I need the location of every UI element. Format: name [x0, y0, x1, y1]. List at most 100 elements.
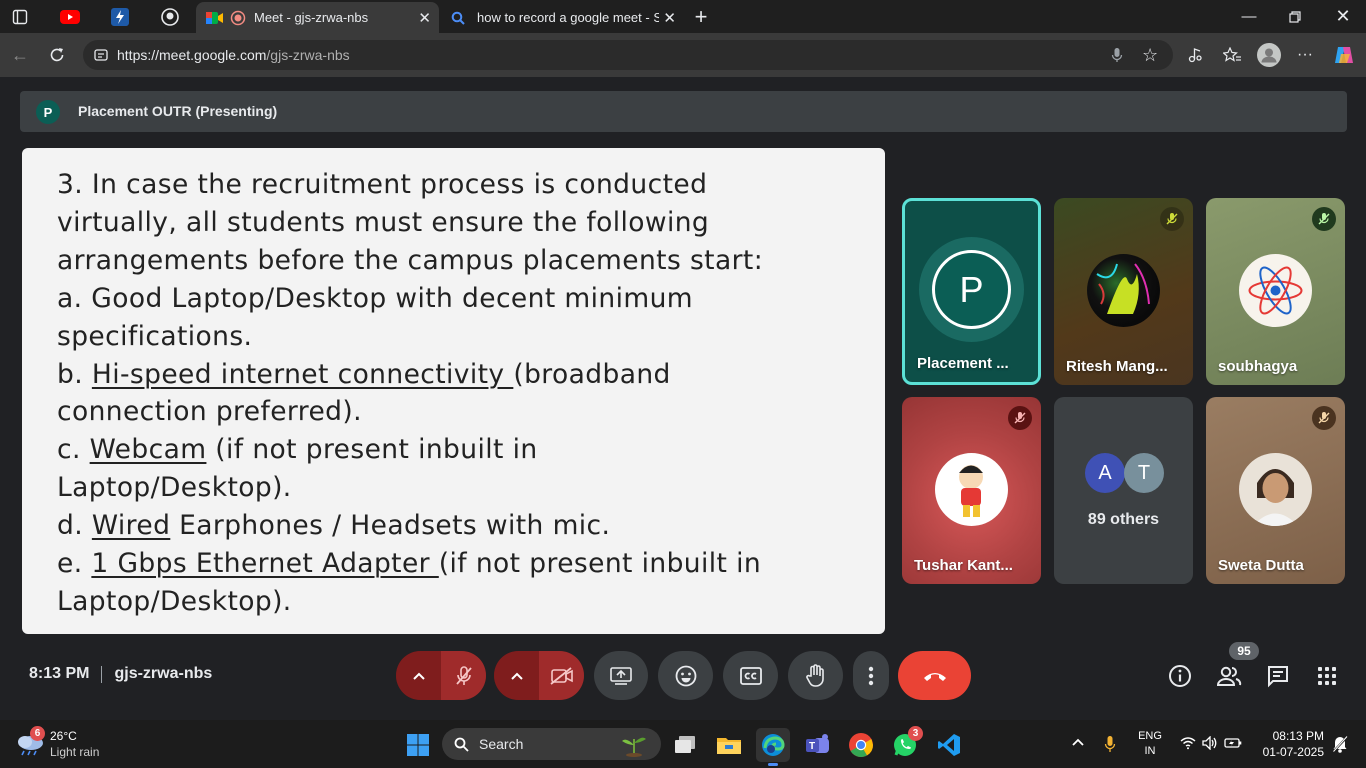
chrome-icon	[849, 733, 873, 758]
meeting-code: gjs-zrwa-nbs	[114, 665, 213, 682]
github-pinned-tab-icon[interactable]	[159, 6, 181, 28]
language-code: ENG	[1138, 730, 1162, 742]
slide-line: e. 1 Gbps Ethernet Adapter (if not prese…	[57, 545, 763, 583]
whatsapp-badge: 3	[908, 726, 923, 741]
minimize-icon[interactable]: —	[1226, 0, 1272, 33]
svg-text:T: T	[809, 741, 815, 752]
media-control-icon[interactable]	[1183, 43, 1207, 67]
back-arrow-icon[interactable]: ←	[8, 43, 32, 67]
close-tab-icon[interactable]: ✕	[418, 9, 431, 27]
file-explorer-button[interactable]	[712, 728, 746, 762]
address-bar[interactable]: https://meet.google.com/gjs-zrwa-nbs ☆	[83, 40, 1173, 70]
slide-line: d. Wired Earphones / Headsets with mic.	[57, 507, 763, 545]
close-window-icon[interactable]: ✕	[1320, 0, 1366, 33]
wifi-icon	[1180, 737, 1196, 750]
participant-tile[interactable]: soubhagya	[1206, 198, 1345, 385]
camera-toggle-button[interactable]	[539, 651, 584, 700]
slide-line: specifications.	[57, 320, 253, 352]
participant-tile[interactable]: Ritesh Mang...	[1054, 198, 1193, 385]
people-button[interactable]	[1215, 662, 1243, 690]
participant-name: soubhagya	[1218, 358, 1298, 375]
whatsapp-app-button[interactable]: 3	[888, 726, 923, 762]
favorites-icon[interactable]	[1220, 43, 1244, 67]
url-host: https://meet.google.com	[117, 47, 267, 63]
tab-actions-icon[interactable]	[9, 6, 31, 28]
more-options-button[interactable]	[853, 651, 889, 700]
weather-widget[interactable]: 6	[14, 726, 48, 760]
participant-tile[interactable]: Sweta Dutta	[1206, 397, 1345, 584]
mic-off-icon	[1160, 207, 1184, 231]
end-call-icon	[923, 672, 946, 681]
slide-text-span: e.	[57, 548, 92, 580]
chat-icon	[1268, 666, 1288, 688]
participant-name: Sweta Dutta	[1218, 557, 1304, 574]
tab-search[interactable]: how to record a google meet - Se ✕	[441, 2, 684, 33]
start-button[interactable]	[401, 728, 435, 762]
present-screen-button[interactable]	[594, 651, 648, 700]
mic-off-icon	[455, 665, 472, 685]
browser-toolbar: ← https://meet.google.com/gjs-zrwa-nbs ☆…	[0, 33, 1366, 77]
participant-name: Placement ...	[917, 355, 1009, 372]
emoji-icon	[675, 665, 696, 686]
presentation-slide: 3. In case the recruitment process is co…	[22, 148, 885, 634]
show-hidden-icons-chevron-icon[interactable]	[1071, 734, 1085, 750]
youtube-pinned-tab-icon[interactable]	[59, 6, 81, 28]
slide-line: c. Webcam (if not present inbuilt in	[57, 431, 763, 469]
vscode-icon	[938, 734, 960, 756]
search-highlight-icon	[622, 737, 646, 757]
microphone-toggle-button[interactable]	[441, 651, 486, 700]
more-options-icon[interactable]: ···	[1293, 43, 1317, 67]
microphone-in-use-icon[interactable]	[1104, 735, 1116, 758]
vscode-app-button[interactable]	[932, 728, 966, 762]
tab-meet[interactable]: Meet - gjs-zrwa-nbs ✕	[196, 2, 439, 33]
chevron-up-icon	[510, 672, 523, 680]
participant-tile[interactable]: P Placement ...	[902, 198, 1041, 385]
favorite-star-icon[interactable]: ☆	[1142, 45, 1158, 66]
slide-underlined-text: Webcam	[89, 434, 207, 466]
reactions-button[interactable]	[658, 651, 713, 700]
teams-icon: T	[806, 734, 829, 753]
video-options-button[interactable]	[494, 651, 539, 700]
task-view-button[interactable]	[668, 728, 702, 762]
system-tray-status[interactable]	[1180, 736, 1242, 750]
activities-button[interactable]	[1313, 662, 1341, 690]
clock-date: 01-07-2025	[1262, 745, 1324, 759]
region-code: IN	[1144, 745, 1156, 757]
teams-app-button[interactable]: T	[800, 728, 834, 762]
slide-line: virtually, all students must ensure the …	[57, 206, 710, 238]
notifications-icon[interactable]	[1332, 735, 1348, 758]
divider	[101, 665, 103, 683]
restore-icon[interactable]	[1272, 0, 1318, 33]
new-tab-icon[interactable]: +	[690, 4, 712, 29]
slide-line: Laptop/Desktop).	[57, 585, 292, 617]
meeting-details-button[interactable]	[1166, 662, 1194, 690]
microphone-icon[interactable]	[1111, 47, 1123, 68]
active-app-indicator	[768, 763, 778, 766]
raise-hand-button[interactable]	[788, 651, 843, 700]
participant-avatar: A	[1085, 453, 1125, 493]
close-tab-icon[interactable]: ✕	[663, 9, 676, 27]
participant-name: Tushar Kant...	[914, 557, 1013, 574]
copilot-icon[interactable]	[1332, 43, 1356, 67]
audio-options-button[interactable]	[396, 651, 441, 700]
meeting-time: 8:13 PM	[29, 665, 90, 682]
others-tile[interactable]: A T 89 others	[1054, 397, 1193, 584]
captions-button[interactable]	[723, 651, 778, 700]
chrome-app-button[interactable]	[844, 728, 878, 762]
pinned-app-tab-icon[interactable]	[109, 6, 131, 28]
chat-button[interactable]	[1264, 662, 1292, 690]
taskbar-clock[interactable]: 08:13 PM 01-07-2025	[1252, 729, 1324, 759]
participant-tile[interactable]: Tushar Kant...	[902, 397, 1041, 584]
edge-app-button[interactable]	[756, 728, 790, 766]
task-view-icon	[675, 736, 695, 753]
slide-text-span: c.	[57, 434, 90, 466]
profile-avatar-icon[interactable]	[1257, 43, 1281, 67]
taskbar-search-box[interactable]: Search	[442, 728, 661, 760]
site-info-icon[interactable]	[94, 48, 108, 67]
slide-text-span: (broadband	[513, 358, 671, 390]
language-indicator[interactable]: ENG IN	[1137, 730, 1163, 757]
info-icon	[1169, 665, 1191, 687]
reload-icon[interactable]	[45, 43, 69, 67]
apps-grid-icon	[1318, 667, 1336, 685]
leave-call-button[interactable]	[898, 651, 971, 700]
